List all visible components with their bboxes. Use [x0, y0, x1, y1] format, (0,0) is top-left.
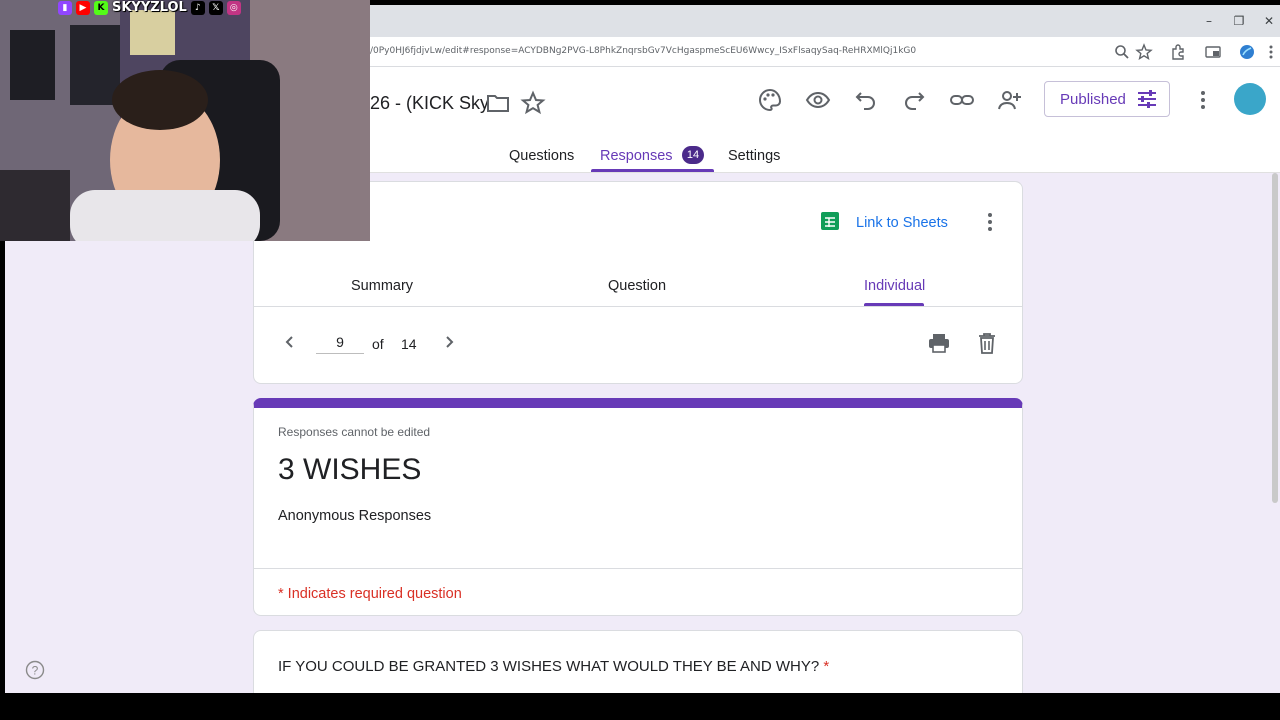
tab-questions[interactable]: Questions [509, 148, 574, 164]
chevron-left-icon[interactable] [282, 334, 298, 350]
subtab-question[interactable]: Question [608, 278, 666, 294]
webcam-overlay: ▮ ▶ K SKYYZLOL ♪ 𝕏 ◎ [0, 0, 370, 241]
required-asterisk: * [823, 658, 830, 675]
streamer-webcam-image [0, 0, 370, 241]
delete-icon[interactable] [978, 332, 996, 354]
kick-icon: K [94, 0, 108, 15]
tab-settings[interactable]: Settings [728, 148, 780, 164]
preview-eye-icon[interactable] [805, 87, 831, 113]
redo-icon[interactable] [901, 87, 927, 113]
form-header-card: Responses cannot be edited 3 WISHES Anon… [253, 398, 1023, 616]
tune-icon [1138, 90, 1156, 108]
page-number-input[interactable]: 9 [316, 334, 364, 354]
chevron-right-icon[interactable] [441, 334, 457, 350]
undo-icon[interactable] [853, 87, 879, 113]
social-strip: ▮ ▶ K SKYYZLOL ♪ 𝕏 ◎ [58, 0, 241, 15]
minimize-button[interactable]: – [1195, 11, 1223, 31]
page-scrollbar[interactable] [1272, 173, 1278, 503]
required-note: * Indicates required question [278, 586, 462, 602]
page-of-label: of [372, 336, 384, 352]
add-collaborator-icon[interactable] [997, 87, 1023, 113]
publish-label: Published [1060, 91, 1126, 108]
restore-button[interactable]: ❐ [1225, 11, 1253, 31]
youtube-icon: ▶ [76, 0, 90, 15]
subtab-summary[interactable]: Summary [351, 278, 413, 294]
responses-not-editable-notice: Responses cannot be edited [278, 425, 431, 439]
sheets-icon[interactable] [821, 212, 839, 230]
link-to-sheets-button[interactable]: Link to Sheets [856, 215, 948, 231]
instagram-icon: ◎ [226, 0, 241, 15]
link-icon[interactable] [949, 87, 975, 113]
responses-more-icon[interactable] [986, 212, 994, 232]
publish-button[interactable]: Published [1044, 81, 1170, 117]
streamer-name: SKYYZLOL [112, 0, 187, 15]
question-label: IF YOU COULD BE GRANTED 3 WISHES WHAT WO… [278, 658, 820, 675]
tiktok-icon: ♪ [190, 0, 205, 15]
folder-icon[interactable] [485, 90, 511, 116]
subtab-individual[interactable]: Individual [864, 278, 925, 294]
question-card: IF YOU COULD BE GRANTED 3 WISHES WHAT WO… [253, 630, 1023, 693]
x-icon: 𝕏 [208, 0, 223, 15]
subtab-divider [254, 306, 1022, 307]
page-total: 14 [401, 336, 417, 352]
twitch-icon: ▮ [58, 0, 72, 15]
svg-text:?: ? [32, 664, 39, 678]
close-window-button[interactable]: ✕ [1255, 11, 1280, 31]
extensions-icon[interactable] [1169, 43, 1187, 61]
question-text: IF YOU COULD BE GRANTED 3 WISHES WHAT WO… [278, 658, 829, 675]
tab-responses[interactable]: Responses [600, 148, 673, 164]
url-text[interactable]: /0Py0HJ6fjdjvLw/edit#response=ACYDBNg2PV… [370, 46, 916, 56]
profile-icon[interactable] [1238, 43, 1256, 61]
form-divider [254, 568, 1022, 569]
more-options-icon[interactable] [1199, 89, 1207, 111]
palette-icon[interactable] [757, 87, 783, 113]
zoom-icon[interactable] [1113, 43, 1131, 61]
avatar[interactable] [1234, 83, 1266, 115]
help-icon[interactable]: ? [25, 660, 45, 680]
browser-menu-icon[interactable] [1262, 43, 1280, 61]
cast-icon[interactable] [1204, 43, 1222, 61]
star-icon[interactable] [520, 90, 546, 116]
form-title: 3 WISHES [278, 453, 422, 486]
active-tab-indicator [591, 169, 714, 172]
responses-count-badge: 14 [682, 146, 704, 164]
document-title[interactable]: 26 - (KICK Sky [370, 93, 489, 114]
bookmark-star-icon[interactable] [1135, 43, 1153, 61]
form-description: Anonymous Responses [278, 508, 432, 524]
print-icon[interactable] [928, 332, 950, 354]
